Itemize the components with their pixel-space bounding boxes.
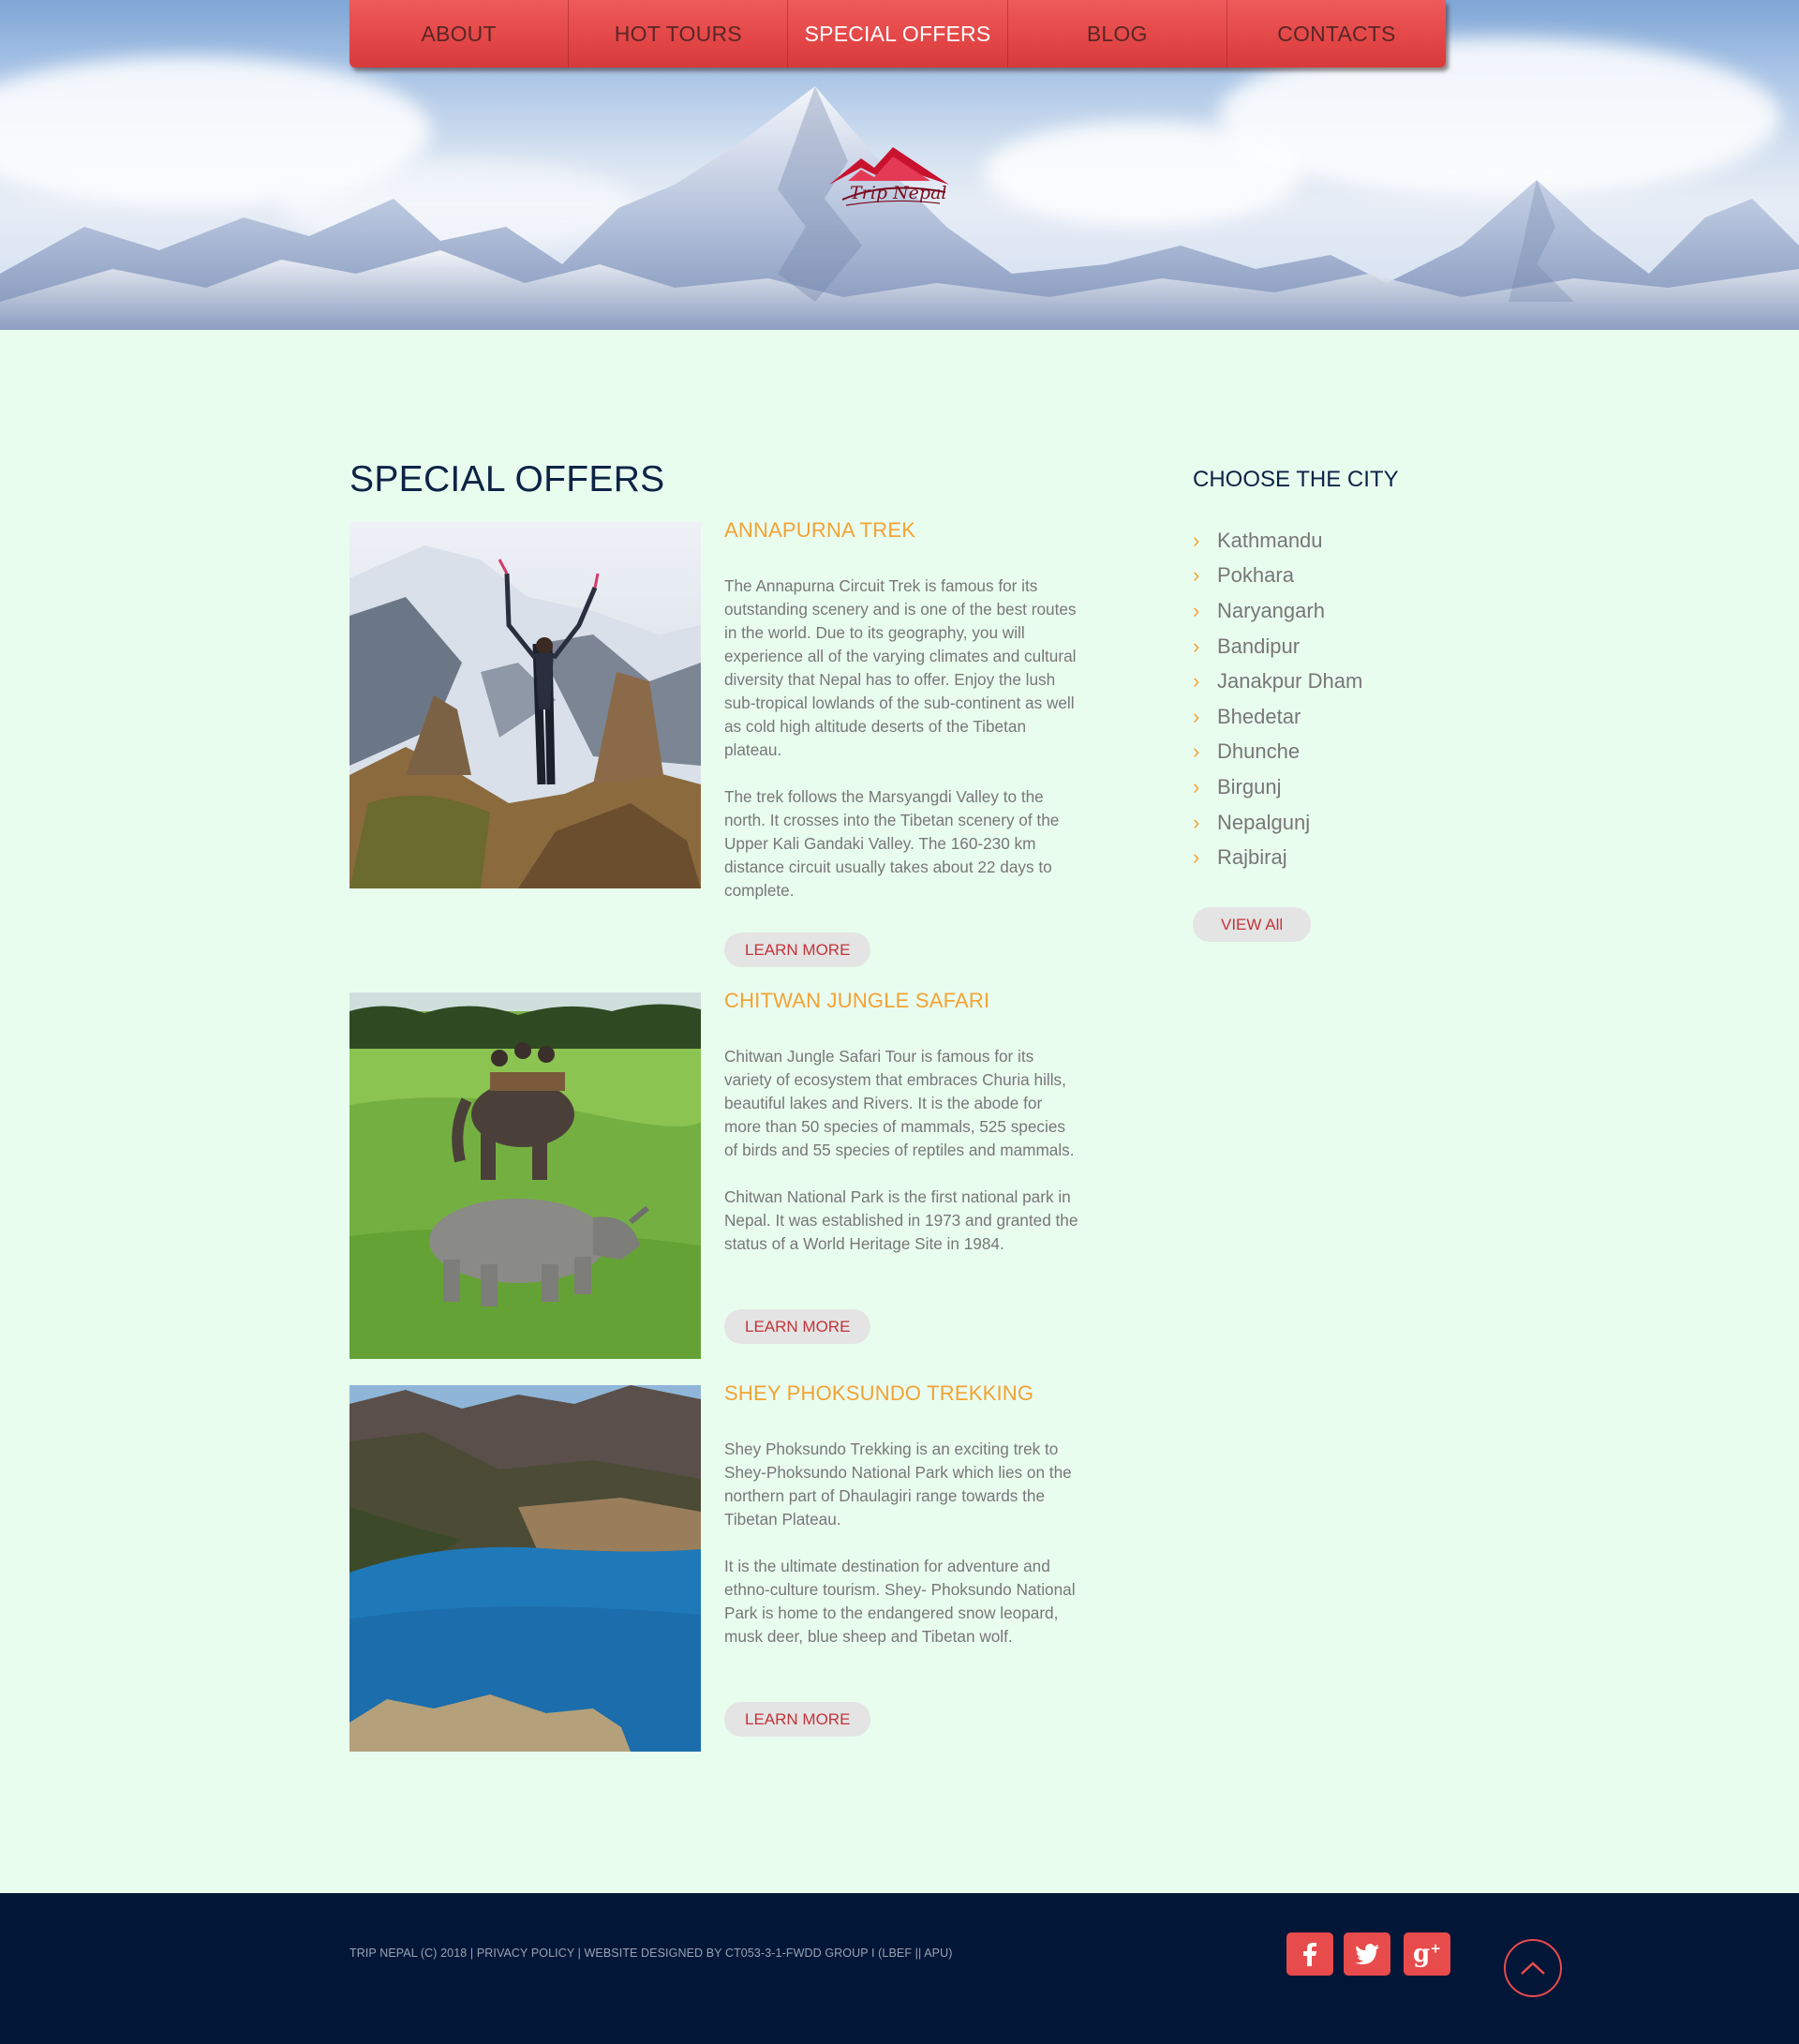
annapurna-trek-photo	[349, 522, 701, 888]
page-title: SPECIAL OFFERS	[349, 459, 665, 500]
offer-text: CHITWAN JUNGLE SAFARI Chitwan Jungle Saf…	[724, 989, 1080, 1344]
nav-contacts[interactable]: CONTACTS	[1227, 0, 1446, 67]
chevron-right-icon: ›	[1193, 704, 1200, 728]
chevron-right-icon: ›	[1193, 634, 1200, 658]
chevron-right-icon: ›	[1193, 528, 1200, 552]
city-item-pokhara[interactable]: › Pokhara	[1193, 559, 1474, 594]
city-item-kathmandu[interactable]: › Kathmandu	[1193, 523, 1474, 559]
offer-description: Chitwan National Park is the first natio…	[724, 1187, 1078, 1253]
offer-title: CHITWAN JUNGLE SAFARI	[724, 989, 990, 1012]
shey-phoksundo-photo	[349, 1385, 701, 1752]
google-plus-icon[interactable]: g+	[1404, 1932, 1450, 1976]
offer-title: SHEY PHOKSUNDO TREKKING	[724, 1381, 1034, 1405]
city-label: Bandipur	[1217, 634, 1301, 658]
offer-title: ANNAPURNA TREK	[724, 518, 916, 542]
city-label: Kathmandu	[1217, 528, 1323, 552]
nav-hot-tours[interactable]: HOT TOURS	[569, 0, 789, 67]
city-label: Rajbiraj	[1217, 845, 1287, 870]
nav-blog[interactable]: BLOG	[1008, 0, 1227, 67]
chevron-right-icon: ›	[1193, 669, 1200, 694]
city-item-bhedetar[interactable]: › Bhedetar	[1193, 699, 1474, 735]
learn-more-button[interactable]: LEARN MORE	[724, 932, 871, 967]
offer-description: The Annapurna Circuit Trek is famous for…	[724, 576, 1077, 759]
trip-nepal-logo[interactable]: Trip Nepal	[829, 145, 951, 220]
city-item-birgunj[interactable]: › Birgunj	[1193, 769, 1474, 805]
footer-copyright: TRIP NEPAL (C) 2018 | PRIVACY POLICY | W…	[349, 1947, 953, 1960]
city-sidebar: CHOOSE THE CITY › Kathmandu › Pokhara › Nar…	[1193, 467, 1474, 942]
city-item-rajbiraj[interactable]: › Rajbiraj	[1193, 840, 1474, 875]
city-item-bandipur[interactable]: › Bandipur	[1193, 629, 1474, 664]
offer-description: The trek follows the Marsyangdi Valley t…	[724, 787, 1060, 900]
offer-description: Chitwan Jungle Safari Tour is famous for…	[724, 1047, 1075, 1159]
offer-annapurna-trek: ANNAPURNA TREK The Annapurna Circuit Tre…	[349, 518, 1099, 972]
offer-shey-phoksundo-trekking: SHEY PHOKSUNDO TREKKING Shey Phoksundo T…	[349, 1381, 1099, 1779]
nav-special-offers[interactable]: SPECIAL OFFERS	[788, 0, 1008, 67]
back-to-top-button[interactable]	[1504, 1939, 1562, 1997]
city-label: Naryangarh	[1217, 598, 1325, 622]
footer: TRIP NEPAL (C) 2018 | PRIVACY POLICY | W…	[0, 1893, 1799, 2044]
chevron-right-icon: ›	[1193, 774, 1200, 798]
city-item-janakpur-dham[interactable]: › Janakpur Dham	[1193, 664, 1474, 699]
sidebar-title: CHOOSE THE CITY	[1193, 467, 1399, 492]
learn-more-button[interactable]: LEARN MORE	[724, 1702, 871, 1737]
city-item-naryangarh[interactable]: › Naryangarh	[1193, 593, 1474, 629]
city-item-nepalgunj[interactable]: › Nepalgunj	[1193, 805, 1474, 841]
facebook-icon[interactable]	[1286, 1932, 1333, 1976]
learn-more-button[interactable]: LEARN MORE	[724, 1309, 871, 1344]
city-label: Nepalgunj	[1217, 810, 1311, 834]
chevron-right-icon: ›	[1193, 845, 1200, 870]
city-item-dhunche[interactable]: › Dhunche	[1193, 735, 1474, 770]
logo-text: Trip Nepal	[850, 183, 947, 203]
city-label: Dhunche	[1217, 739, 1301, 764]
chitwan-safari-photo	[349, 992, 701, 1359]
offer-description: Shey Phoksundo Trekking is an exciting t…	[724, 1440, 1072, 1529]
main-content: SPECIAL OFFERS ANNAPURNA TREK The Annapu…	[0, 330, 1799, 1893]
city-label: Bhedetar	[1217, 704, 1301, 728]
main-nav: ABOUT HOT TOURS SPECIAL OFFERS BLOG CONT…	[349, 0, 1446, 67]
city-label: Pokhara	[1217, 563, 1294, 588]
chevron-right-icon: ›	[1193, 810, 1200, 834]
nav-about[interactable]: ABOUT	[349, 0, 570, 67]
offer-text: ANNAPURNA TREK The Annapurna Circuit Tre…	[724, 518, 1080, 967]
chevron-up-icon	[1521, 1962, 1545, 1975]
chevron-right-icon: ›	[1193, 739, 1200, 764]
city-label: Janakpur Dham	[1217, 669, 1363, 694]
chevron-right-icon: ›	[1193, 563, 1200, 588]
offer-chitwan-jungle-safari: CHITWAN JUNGLE SAFARI Chitwan Jungle Saf…	[349, 989, 1099, 1367]
offer-description: It is the ultimate destination for adven…	[724, 1557, 1076, 1646]
chevron-right-icon: ›	[1193, 598, 1200, 622]
header-banner: ABOUT HOT TOURS SPECIAL OFFERS BLOG CONT…	[0, 0, 1799, 330]
offer-text: SHEY PHOKSUNDO TREKKING Shey Phoksundo T…	[724, 1381, 1080, 1737]
twitter-icon[interactable]	[1344, 1932, 1390, 1976]
city-label: Birgunj	[1217, 774, 1282, 798]
view-all-button[interactable]: VIEW All	[1193, 906, 1312, 942]
